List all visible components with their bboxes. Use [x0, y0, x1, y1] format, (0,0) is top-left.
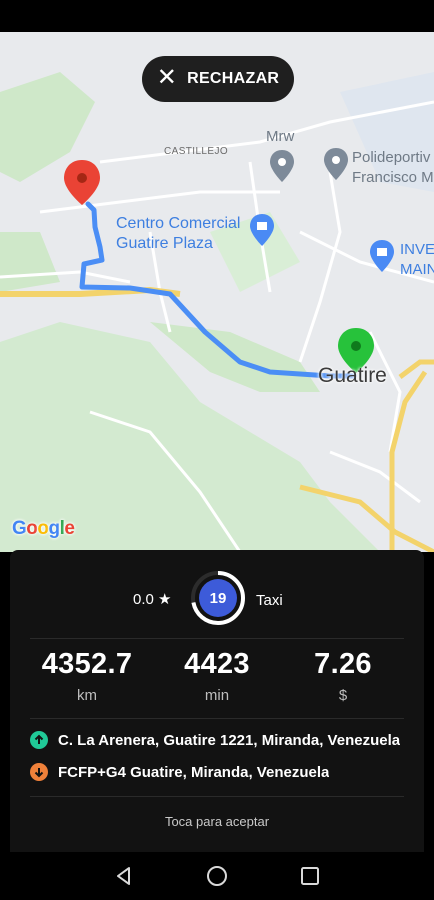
reject-label: RECHAZAR [187, 70, 280, 87]
google-logo: Google [12, 518, 75, 540]
map-label-polideportivo: Polideportiv Francisco M [352, 148, 434, 188]
map-label-line: INVE [400, 241, 434, 258]
reject-button[interactable]: ✕ RECHAZAR [142, 56, 294, 102]
dropoff-arrow-icon [30, 763, 48, 781]
back-icon[interactable] [112, 864, 136, 888]
rating-row: 0.0 ★ 19 Taxi [10, 568, 424, 628]
dropoff-address: FCFP+G4 Guatire, Miranda, Venezuela [30, 760, 410, 784]
divider [30, 638, 404, 639]
trip-request-card[interactable]: 0.0 ★ 19 Taxi 4352.7 km 4423 min 7.26 $ … [10, 550, 424, 852]
divider [30, 796, 404, 797]
map-label-castillejo: CASTILLEJO [164, 146, 229, 157]
map-canvas[interactable] [0, 32, 434, 552]
map-label-line: MAIN [400, 261, 434, 278]
dropoff-address-text: FCFP+G4 Guatire, Miranda, Venezuela [58, 763, 330, 781]
fare-stat: 7.26 $ [278, 648, 408, 704]
status-bar [0, 0, 434, 32]
pickup-address-text: C. La Arenera, Guatire 1221, Miranda, Ve… [58, 731, 401, 749]
map-label-guatire: Guatire [318, 364, 387, 387]
map-label-line: Polideportiv [352, 149, 431, 166]
system-nav-bar [0, 852, 434, 900]
duration-value: 4423 [184, 648, 250, 680]
countdown-value: 19 [209, 589, 227, 607]
map-label-line: Guatire Plaza [116, 235, 213, 252]
duration-stat: 4423 min [152, 648, 282, 704]
pickup-arrow-icon [30, 731, 48, 749]
service-type: Taxi [256, 592, 283, 609]
pickup-address: C. La Arenera, Guatire 1221, Miranda, Ve… [30, 728, 410, 752]
map-label-centro-comercial: Centro Comercial Guatire Plaza [116, 214, 240, 254]
close-icon: ✕ [156, 64, 178, 91]
google-letter: g [48, 518, 61, 539]
accept-hint[interactable]: Toca para aceptar [10, 814, 424, 829]
google-letter: G [12, 518, 27, 539]
google-letter: o [37, 518, 49, 539]
distance-value: 4352.7 [41, 648, 133, 680]
distance-stat: 4352.7 km [22, 648, 152, 704]
google-letter: e [64, 518, 75, 539]
distance-unit: km [77, 687, 97, 704]
rating-value: 0.0 ★ [133, 591, 172, 608]
duration-unit: min [204, 687, 230, 704]
fare-value: 7.26 [314, 648, 372, 680]
recents-icon[interactable] [298, 864, 322, 888]
fare-unit: $ [338, 687, 348, 704]
map-label-inve: INVE MAIN [400, 240, 434, 280]
map-label-line: Centro Comercial [116, 215, 241, 232]
map-view[interactable]: CASTILLEJO Mrw Polideportiv Francisco M … [0, 32, 434, 552]
map-label-line: Francisco M [352, 169, 434, 186]
divider [30, 718, 404, 719]
home-icon[interactable] [205, 864, 229, 888]
google-letter: o [26, 518, 38, 539]
map-label-mrw: Mrw [266, 128, 295, 145]
